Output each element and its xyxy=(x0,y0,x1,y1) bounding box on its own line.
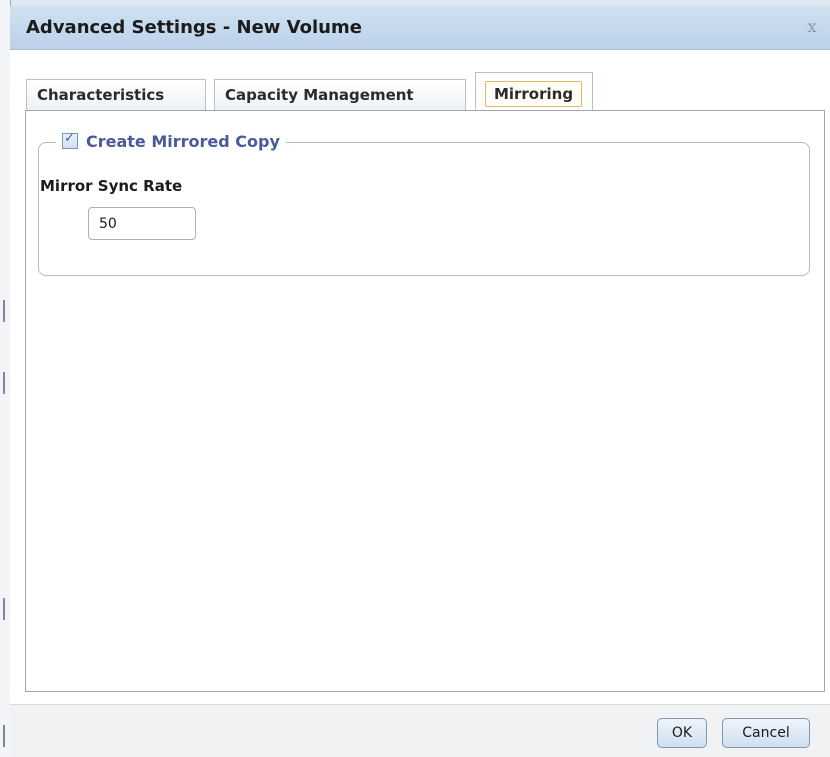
edge-mark xyxy=(3,598,5,620)
cancel-button[interactable]: Cancel xyxy=(722,718,810,748)
dialog-footer: OK Cancel xyxy=(10,704,830,757)
close-icon[interactable]: x xyxy=(800,16,824,38)
tab-mirroring[interactable]: Mirroring xyxy=(475,72,593,112)
edge-mark xyxy=(3,300,5,322)
tab-label: Capacity Management xyxy=(225,86,414,104)
tab-label: Mirroring xyxy=(493,85,574,103)
edge-mark xyxy=(3,725,5,747)
dialog-title: Advanced Settings - New Volume xyxy=(26,17,362,38)
create-mirrored-copy-checkbox[interactable]: ✓ xyxy=(62,131,78,149)
tab-label: Characteristics xyxy=(37,86,165,104)
advanced-settings-dialog: Advanced Settings - New Volume x Charact… xyxy=(10,6,830,757)
mirror-sync-rate-label: Mirror Sync Rate xyxy=(40,177,183,195)
tab-capacity-management[interactable]: Capacity Management xyxy=(214,79,466,110)
dialog-title-bar[interactable]: Advanced Settings - New Volume x xyxy=(10,6,830,50)
fieldset-legend: ✓ Create Mirrored Copy xyxy=(56,127,286,155)
ok-button[interactable]: OK xyxy=(657,718,707,748)
page: Advanced Settings - New Volume x Charact… xyxy=(0,0,830,757)
mirror-sync-rate-input[interactable] xyxy=(88,207,196,240)
edge-mark xyxy=(3,372,5,394)
create-mirrored-copy-label[interactable]: Create Mirrored Copy xyxy=(86,132,280,151)
tab-characteristics[interactable]: Characteristics xyxy=(26,79,206,110)
checkbox-checked-icon: ✓ xyxy=(64,131,75,146)
tab-focus-ring: Mirroring xyxy=(485,81,582,107)
